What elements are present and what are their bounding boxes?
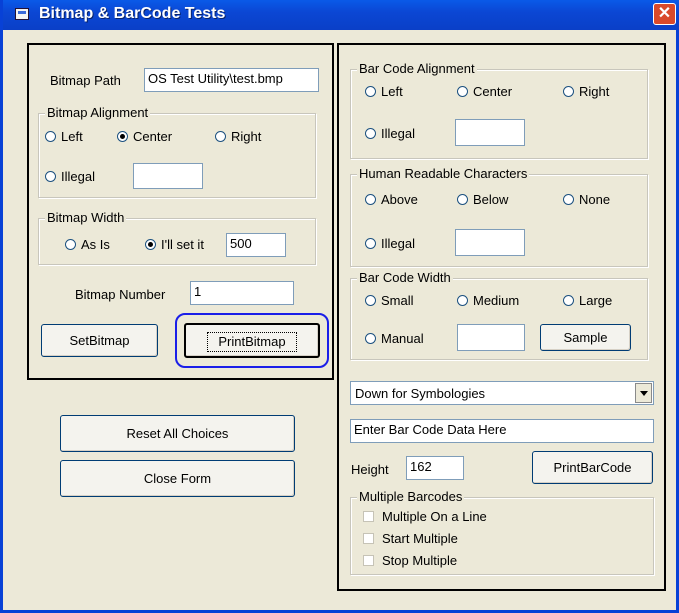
barcode-width-legend: Bar Code Width	[357, 270, 453, 285]
bitmap-width-input[interactable]: 500	[226, 233, 286, 257]
height-input[interactable]: 162	[406, 456, 464, 480]
hri-legend: Human Readable Characters	[357, 166, 530, 181]
barcode-align-left-radio[interactable]: Left	[365, 84, 403, 99]
print-barcode-button[interactable]: PrintBarCode	[532, 451, 653, 484]
symbology-select[interactable]: Down for Symbologies	[350, 381, 654, 405]
bitmap-alignment-legend: Bitmap Alignment	[45, 105, 151, 120]
barcode-width-group: Bar Code Width Small Medium Large Manual…	[350, 270, 648, 360]
bitmap-number-input[interactable]: 1	[190, 281, 294, 305]
hri-none-radio[interactable]: None	[563, 192, 610, 207]
barcode-data-input[interactable]: Enter Bar Code Data Here	[350, 419, 654, 443]
bitmap-width-set-radio[interactable]: I'll set it	[145, 237, 204, 252]
close-window-button[interactable]: ✕	[653, 3, 676, 25]
hri-illegal-input[interactable]	[455, 229, 525, 256]
reset-all-choices-button[interactable]: Reset All Choices	[60, 415, 295, 452]
height-label: Height	[351, 462, 389, 477]
bitmap-width-group: Bitmap Width As Is I'll set it 500	[38, 210, 316, 265]
symbology-select-value: Down for Symbologies	[355, 386, 486, 401]
barcode-align-illegal-input[interactable]	[455, 119, 525, 146]
start-multiple-checkbox[interactable]: Start Multiple	[363, 531, 458, 546]
stop-multiple-checkbox[interactable]: Stop Multiple	[363, 553, 457, 568]
bitmap-panel: Bitmap Path OS Test Utility\test.bmp Bit…	[27, 43, 334, 380]
set-bitmap-button[interactable]: SetBitmap	[41, 324, 158, 357]
bitmap-align-illegal-input[interactable]	[133, 163, 203, 189]
barcode-align-right-radio[interactable]: Right	[563, 84, 609, 99]
barcode-width-medium-radio[interactable]: Medium	[457, 293, 519, 308]
bitmap-width-legend: Bitmap Width	[45, 210, 127, 225]
close-form-button[interactable]: Close Form	[60, 460, 295, 497]
barcode-alignment-legend: Bar Code Alignment	[357, 61, 477, 76]
bitmap-width-asis-radio[interactable]: As Is	[65, 237, 110, 252]
barcode-width-large-radio[interactable]: Large	[563, 293, 612, 308]
multiple-on-line-checkbox[interactable]: Multiple On a Line	[363, 509, 487, 524]
bitmap-path-label: Bitmap Path	[50, 73, 121, 88]
barcode-width-manual-input[interactable]	[457, 324, 525, 351]
barcode-width-manual-radio[interactable]: Manual	[365, 331, 424, 346]
bitmap-path-input[interactable]: OS Test Utility\test.bmp	[144, 68, 319, 92]
barcode-width-small-radio[interactable]: Small	[365, 293, 414, 308]
hri-group: Human Readable Characters Above Below No…	[350, 166, 648, 267]
hri-below-radio[interactable]: Below	[457, 192, 508, 207]
hri-illegal-radio[interactable]: Illegal	[365, 236, 415, 251]
barcode-panel: Bar Code Alignment Left Center Right Ill…	[337, 43, 666, 591]
print-bitmap-button[interactable]: PrintBitmap	[184, 323, 320, 358]
barcode-align-center-radio[interactable]: Center	[457, 84, 512, 99]
title-bar[interactable]: Bitmap & BarCode Tests ✕	[3, 0, 679, 30]
bitmap-align-left-radio[interactable]: Left	[45, 129, 83, 144]
barcode-align-illegal-radio[interactable]: Illegal	[365, 126, 415, 141]
sample-button[interactable]: Sample	[540, 324, 631, 351]
multiple-barcodes-group: Multiple Barcodes Multiple On a Line Sta…	[350, 489, 654, 575]
bitmap-align-center-radio[interactable]: Center	[117, 129, 172, 144]
app-window-icon	[15, 8, 29, 20]
bitmap-number-label: Bitmap Number	[75, 287, 166, 302]
barcode-alignment-group: Bar Code Alignment Left Center Right Ill…	[350, 61, 648, 159]
window-title: Bitmap & BarCode Tests	[39, 5, 226, 22]
bitmap-align-right-radio[interactable]: Right	[215, 129, 261, 144]
chevron-down-icon[interactable]	[635, 383, 652, 403]
bitmap-barcode-window: Bitmap & BarCode Tests ✕ Bitmap Path OS …	[0, 0, 679, 613]
bitmap-align-illegal-radio[interactable]: Illegal	[45, 169, 95, 184]
multiple-barcodes-legend: Multiple Barcodes	[357, 489, 465, 504]
hri-above-radio[interactable]: Above	[365, 192, 418, 207]
bitmap-alignment-group: Bitmap Alignment Left Center Right Illeg…	[38, 105, 316, 198]
